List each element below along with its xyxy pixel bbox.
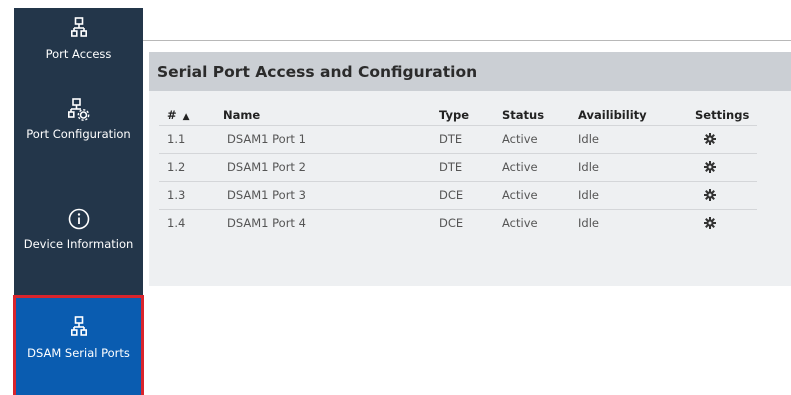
cell-status: Active [502,216,538,230]
cell-name: DSAM1 Port 1 [227,132,306,146]
cell-type: DTE [439,132,463,146]
gear-icon[interactable] [704,161,716,173]
column-header-type[interactable]: Type [439,104,469,126]
column-header-settings: Settings [695,108,750,122]
table-row[interactable]: 1.3 DSAM1 Port 3 DCE Active Idle [159,182,757,210]
header-divider [143,40,791,41]
table-row[interactable]: 1.1 DSAM1 Port 1 DTE Active Idle [159,126,757,154]
cell-availability: Idle [578,132,599,146]
serial-ports-panel: Serial Port Access and Configuration # ▲… [149,52,791,286]
gear-icon[interactable] [704,217,716,229]
sidebar-item-label: Port Access [45,47,112,61]
sort-ascending-icon: ▲ [182,112,190,122]
sidebar-item-port-configuration[interactable]: Port Configuration [14,98,143,190]
cell-num: 1.2 [167,160,186,174]
sidebar-item-label: DSAM Serial Ports [27,346,130,360]
column-header-availability[interactable]: Availibility [578,104,647,126]
cell-name: DSAM1 Port 3 [227,188,306,202]
panel-header: Serial Port Access and Configuration [149,52,791,91]
cell-num: 1.4 [167,216,186,230]
table-row[interactable]: 1.2 DSAM1 Port 2 DTE Active Idle [159,154,757,182]
sidebar: Port Access Port Configuration Device In… [13,8,144,395]
network-icon [70,316,87,336]
sidebar-item-port-access[interactable]: Port Access [14,8,143,70]
panel-title: Serial Port Access and Configuration [157,62,478,81]
gear-icon[interactable] [704,189,716,201]
cell-status: Active [502,188,538,202]
cell-status: Active [502,160,538,174]
column-header-num[interactable]: # ▲ [167,104,190,128]
cell-name: DSAM1 Port 4 [227,216,306,230]
network-icon [70,17,87,37]
table-row[interactable]: 1.4 DSAM1 Port 4 DCE Active Idle [159,210,757,238]
cell-type: DCE [439,188,464,202]
serial-ports-table: # ▲ Name Type Status Availibility Settin… [159,104,757,238]
cell-availability: Idle [578,216,599,230]
cell-num: 1.3 [167,188,186,202]
cell-status: Active [502,132,538,146]
cell-num: 1.1 [167,132,186,146]
network-settings-icon [67,98,89,121]
cell-type: DCE [439,216,464,230]
info-icon [68,208,89,230]
sidebar-item-label: Port Configuration [26,127,131,141]
gear-icon[interactable] [704,133,716,145]
table-body: 1.1 DSAM1 Port 1 DTE Active Idle 1.2 DSA… [159,126,757,238]
sidebar-item-dsam-serial-ports[interactable]: DSAM Serial Ports [13,295,144,395]
table-header-row: # ▲ Name Type Status Availibility Settin… [159,104,757,126]
cell-name: DSAM1 Port 2 [227,160,306,174]
cell-availability: Idle [578,188,599,202]
column-header-status[interactable]: Status [502,104,544,126]
sidebar-item-label: Device Information [23,237,134,251]
column-header-name[interactable]: Name [223,104,260,126]
sidebar-item-device-information[interactable]: Device Information [14,208,143,288]
cell-type: DTE [439,160,463,174]
cell-availability: Idle [578,160,599,174]
